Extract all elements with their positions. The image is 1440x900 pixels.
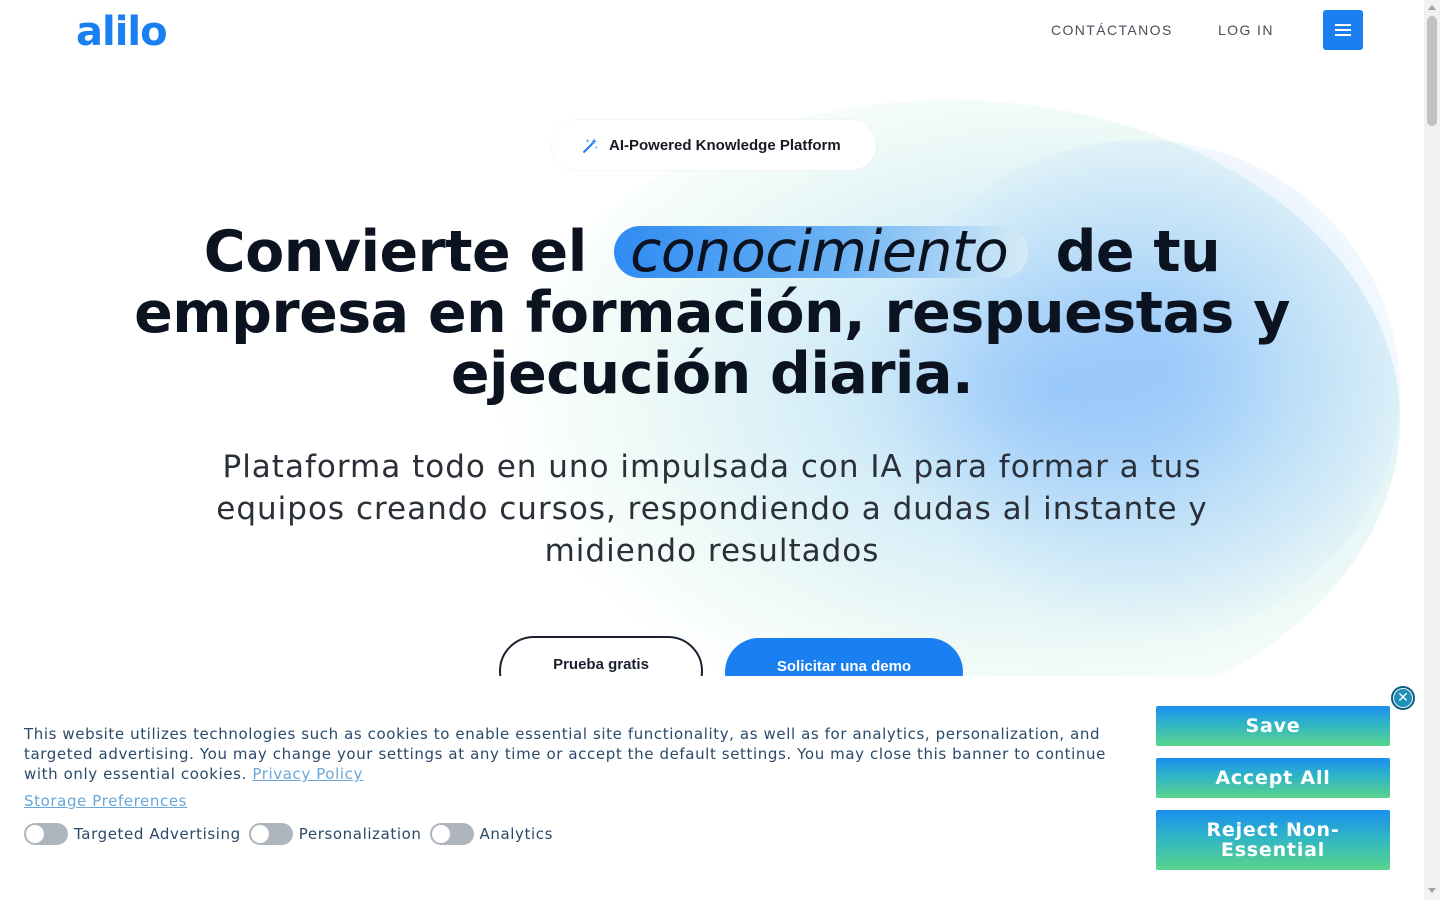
headline-start: Convierte el: [203, 219, 607, 285]
scroll-up-arrow-icon[interactable]: [1428, 5, 1436, 10]
save-button[interactable]: Save: [1156, 706, 1390, 746]
storage-preferences-link[interactable]: Storage Preferences: [24, 792, 187, 810]
hero-section: AI-Powered Knowledge Platform Convierte …: [0, 60, 1424, 676]
site-header: alilo CONTÁCTANOS LOG IN: [0, 0, 1424, 60]
headline-highlight: conocimiento: [614, 224, 1029, 281]
analytics-switch[interactable]: [429, 823, 474, 845]
targeted-advertising-switch[interactable]: [24, 823, 68, 845]
privacy-policy-link[interactable]: Privacy Policy: [252, 765, 363, 783]
toggle-label: Targeted Advertising: [74, 825, 241, 843]
consent-toggles: Targeted Advertising Personalization Ana…: [24, 823, 561, 845]
toggle-label: Analytics: [479, 825, 554, 843]
cookie-notice-text: This website utilizes technologies such …: [24, 724, 1144, 784]
hero-headline: Convierte el conocimiento de tu empresa …: [120, 222, 1304, 405]
toggle-targeted-advertising: Targeted Advertising: [24, 823, 241, 845]
scroll-down-arrow-icon[interactable]: [1428, 888, 1436, 893]
magic-wand-icon: [583, 137, 598, 153]
toggle-personalization: Personalization: [248, 823, 422, 845]
nav-login-link[interactable]: LOG IN: [1218, 22, 1274, 38]
hamburger-menu-icon: [1335, 24, 1351, 26]
platform-badge: AI-Powered Knowledge Platform: [552, 120, 876, 170]
reject-non-essential-button[interactable]: Reject Non-Essential: [1156, 810, 1390, 870]
free-trial-button[interactable]: Prueba gratis: [499, 636, 703, 676]
request-demo-button[interactable]: Solicitar una demo: [725, 638, 963, 676]
toggle-analytics: Analytics: [429, 823, 554, 845]
cookie-notice-body: This website utilizes technologies such …: [24, 725, 1106, 783]
hero-subtitle: Plataforma todo en uno impulsada con IA …: [216, 449, 1208, 569]
alilo-logo[interactable]: alilo: [76, 12, 168, 52]
personalization-switch[interactable]: [248, 823, 293, 845]
nav-contact-link[interactable]: CONTÁCTANOS: [1051, 22, 1173, 38]
menu-button[interactable]: [1323, 10, 1363, 50]
accept-all-button[interactable]: Accept All: [1156, 758, 1390, 798]
scrollbar-thumb[interactable]: [1427, 16, 1437, 126]
close-icon[interactable]: ✕: [1391, 686, 1415, 710]
cookie-banner: This website utilizes technologies such …: [0, 676, 1424, 900]
page-scrollbar[interactable]: [1424, 0, 1440, 900]
badge-text: AI-Powered Knowledge Platform: [609, 136, 841, 154]
toggle-label: Personalization: [298, 825, 422, 843]
